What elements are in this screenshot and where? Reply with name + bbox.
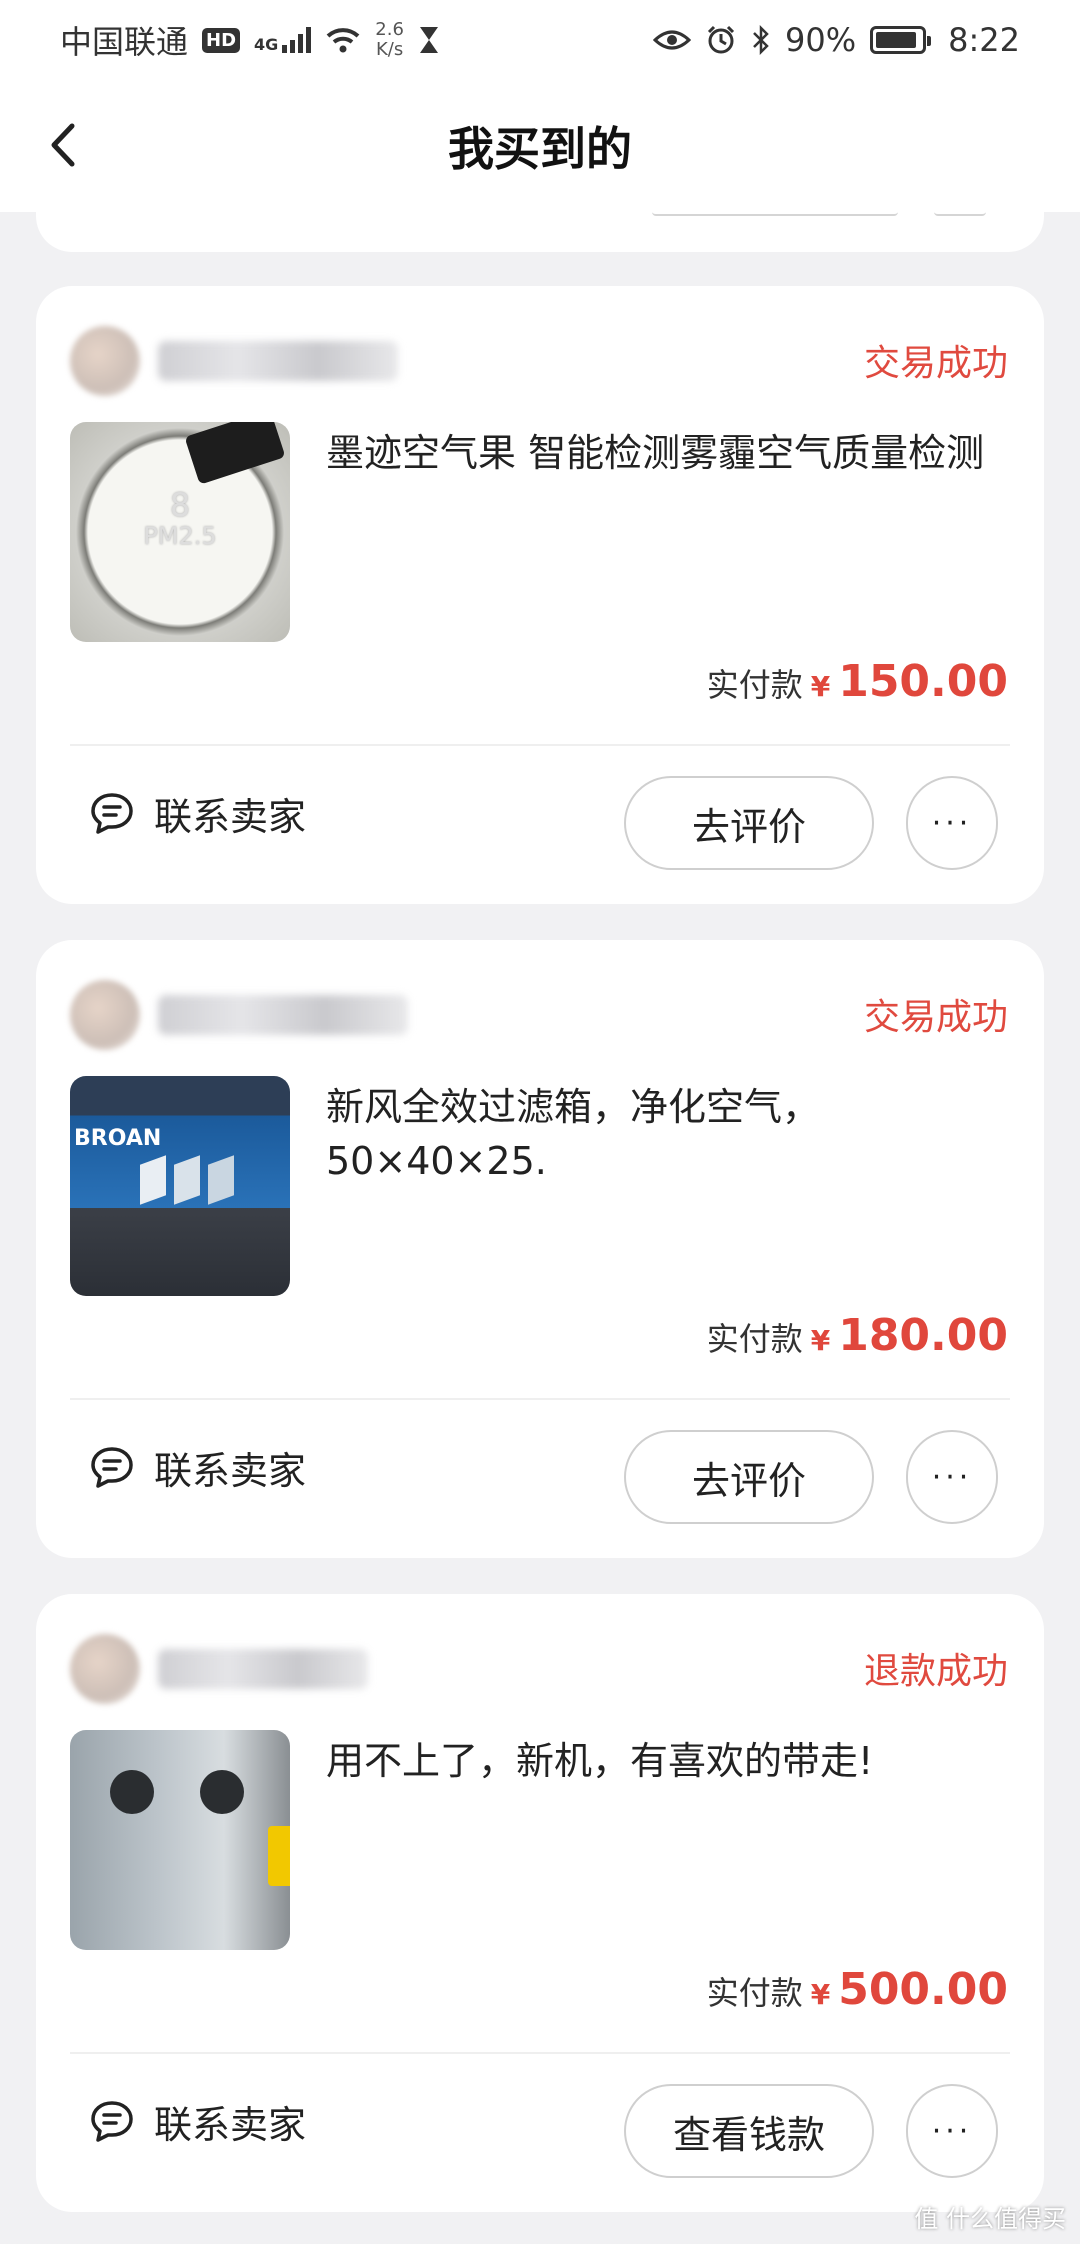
thumb-vent (200, 1770, 244, 1814)
product-thumbnail[interactable]: BROAN (70, 1076, 290, 1296)
alarm-icon (707, 25, 735, 54)
chat-icon (91, 2100, 133, 2142)
seller-avatar (70, 1634, 140, 1704)
seller-info[interactable] (70, 980, 408, 1050)
currency-symbol: ¥ (810, 1324, 831, 1357)
watermark: 值 什么值得买 (914, 2199, 1066, 2234)
more-button[interactable]: ··· (906, 776, 998, 870)
payment-amount: 500.00 (838, 1964, 1008, 2015)
bluetooth-icon (753, 24, 769, 56)
seller-info[interactable] (70, 326, 398, 396)
contact-seller-button[interactable]: 联系卖家 (88, 2094, 306, 2149)
seller-name-blurred (158, 341, 398, 381)
thumb-sticker (184, 422, 286, 485)
order-status: 交易成功 (863, 997, 1008, 1038)
more-button[interactable]: ··· (906, 2084, 998, 2178)
more-button[interactable]: ··· (906, 1430, 998, 1524)
product-title[interactable]: 用不上了，新机，有喜欢的带走! (326, 1734, 1016, 1788)
network-speed-unit: K/s (375, 39, 404, 60)
hd-badge: HD (202, 27, 241, 53)
payment-summary: 实付款 ¥ 180.00 (707, 1310, 1008, 1361)
review-button[interactable]: 去评价 (624, 1430, 874, 1524)
contact-seller-button[interactable]: 联系卖家 (88, 1440, 306, 1495)
thumb-brand: BROAN (74, 1126, 162, 1151)
status-bar: 中国联通 HD 4G 2.6 K/s 90% 8:22 (0, 0, 1080, 80)
battery-icon (870, 26, 932, 54)
watermark-text: 值 什么值得买 (914, 2205, 1066, 2233)
eye-icon (653, 30, 692, 50)
thumb-digit: 8 (169, 486, 191, 524)
thumb-filter-panel (174, 1155, 200, 1205)
chat-icon (91, 1446, 133, 1488)
order-status: 退款成功 (863, 1651, 1008, 1692)
status-bar-left: 中国联通 HD 4G 2.6 K/s (60, 17, 440, 63)
contact-seller-label: 联系卖家 (154, 2103, 307, 2147)
chat-icon (91, 792, 133, 834)
back-arrow-icon[interactable] (40, 120, 90, 170)
seller-info[interactable] (70, 1634, 368, 1704)
network-type: 4G (254, 35, 279, 54)
product-thumbnail[interactable]: 8 PM2.5 (70, 422, 290, 642)
divider (70, 2052, 1010, 2054)
payment-label: 实付款 (706, 1320, 803, 1358)
thumb-filter-panel (140, 1155, 166, 1205)
signal-icon (282, 27, 312, 53)
page-title: 我买到的 (448, 122, 632, 176)
review-button[interactable]: 去评价 (624, 776, 874, 870)
payment-amount: 180.00 (838, 1310, 1008, 1361)
hourglass-icon (419, 27, 438, 53)
carrier-name: 中国联通 (60, 23, 189, 61)
order-card[interactable]: 退款成功 用不上了，新机，有喜欢的带走! 实付款 ¥ 500.00 联系卖家 查… (36, 1594, 1044, 2212)
seller-avatar (70, 326, 140, 396)
contact-seller-label: 联系卖家 (154, 1449, 307, 1493)
thumb-vent (110, 1770, 154, 1814)
payment-summary: 实付款 ¥ 150.00 (707, 656, 1008, 707)
currency-symbol: ¥ (810, 670, 831, 703)
product-thumbnail[interactable] (70, 1730, 290, 1950)
partial-more-button (934, 212, 986, 216)
payment-label: 实付款 (706, 666, 803, 704)
payment-summary: 实付款 ¥ 500.00 (707, 1964, 1008, 2015)
seller-avatar (70, 980, 140, 1050)
thumb-sticker (268, 1826, 290, 1886)
seller-name-blurred (158, 995, 408, 1035)
order-card[interactable]: 交易成功 BROAN 新风全效过滤箱，净化空气，50×40×25. 实付款 ¥ … (36, 940, 1044, 1558)
order-status: 交易成功 (863, 343, 1008, 384)
product-title[interactable]: 新风全效过滤箱，净化空气，50×40×25. (326, 1080, 1016, 1188)
divider (70, 1398, 1010, 1400)
network-speed: 2.6 K/s (375, 20, 404, 60)
contact-seller-button[interactable]: 联系卖家 (88, 786, 306, 841)
partial-button (652, 212, 898, 216)
currency-symbol: ¥ (810, 1978, 831, 2011)
seller-name-blurred (158, 1649, 368, 1689)
payment-amount: 150.00 (838, 656, 1008, 707)
order-card[interactable]: 交易成功 8 PM2.5 墨迹空气果 智能检测雾霾空气质量检测 实付款 ¥ 15… (36, 286, 1044, 904)
status-bar-right: 90% 8:22 (653, 21, 1020, 59)
view-refund-button[interactable]: 查看钱款 (624, 2084, 874, 2178)
clock: 8:22 (948, 21, 1020, 59)
contact-seller-label: 联系卖家 (154, 795, 307, 839)
battery-percent: 90% (785, 21, 857, 59)
product-title[interactable]: 墨迹空气果 智能检测雾霾空气质量检测 (326, 426, 1016, 480)
thumb-label: PM2.5 (143, 522, 217, 550)
order-card-partial (36, 212, 1044, 252)
nav-bar: 我买到的 (0, 80, 1080, 212)
divider (70, 744, 1010, 746)
payment-label: 实付款 (706, 1974, 803, 2012)
thumb-filter-panel (208, 1155, 234, 1205)
network-speed-value: 2.6 (375, 19, 404, 40)
wifi-icon (326, 28, 360, 53)
